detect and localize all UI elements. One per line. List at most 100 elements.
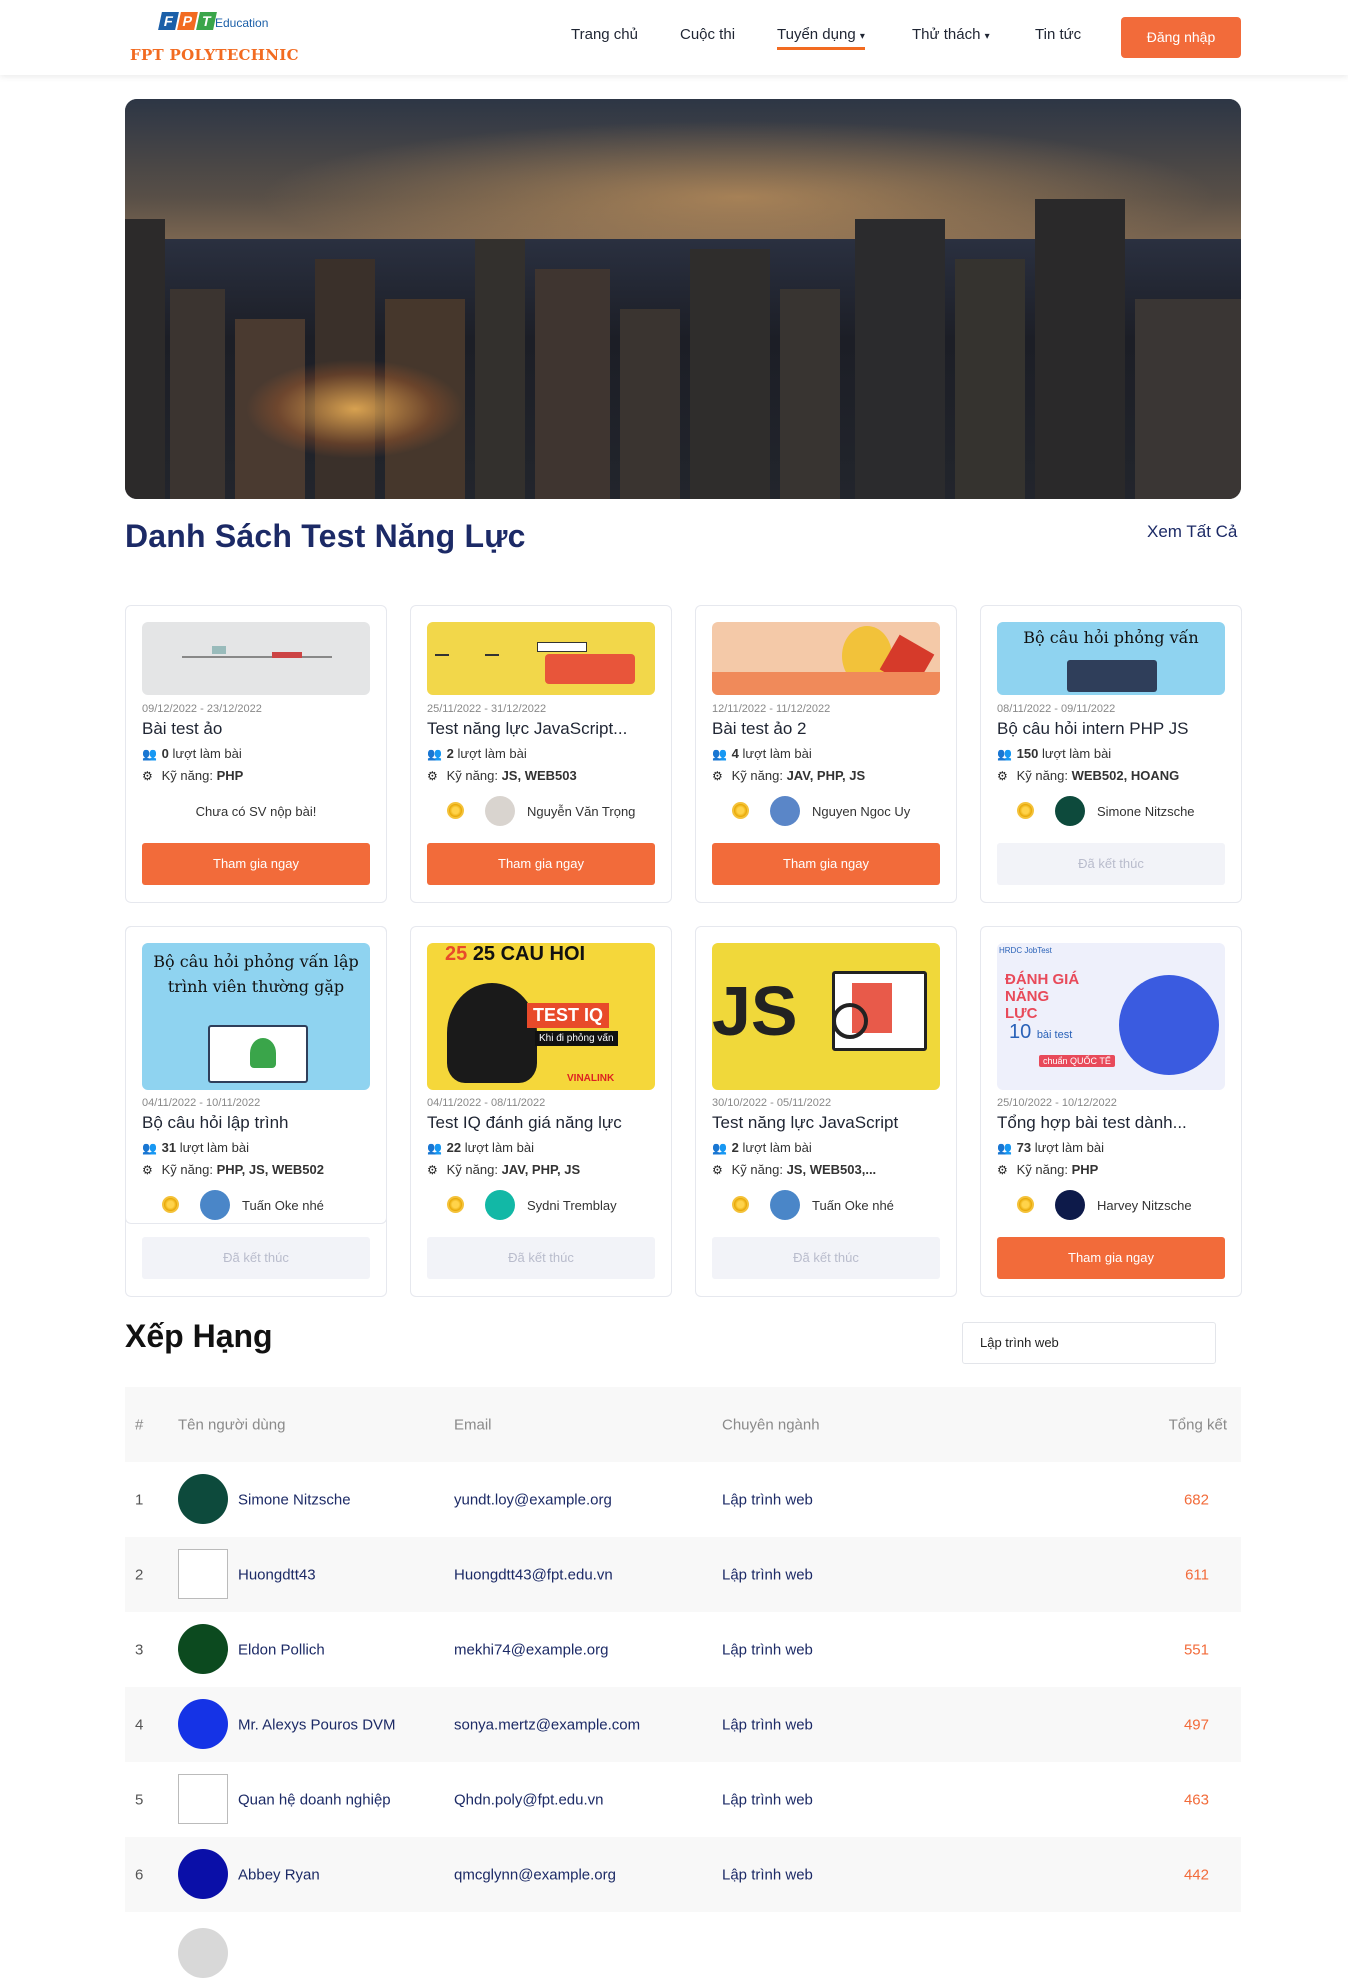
user-name[interactable]: Abbey Ryan	[238, 1866, 320, 1883]
gear-icon: ⚙	[427, 1163, 438, 1177]
skills: ⚙ Kỹ năng: PHP	[142, 768, 244, 783]
test-title[interactable]: Bộ câu hỏi intern PHP JS	[997, 719, 1227, 739]
gear-icon: ⚙	[712, 769, 723, 783]
broken-image-avatar	[178, 1549, 228, 1599]
attempts-count: 👥 150 lượt làm bài	[997, 746, 1112, 761]
user-name[interactable]: Huongdtt43	[238, 1566, 316, 1583]
col-email: Email	[454, 1416, 492, 1433]
attempts-count: 👥 2 lượt làm bài	[712, 1140, 812, 1155]
test-title[interactable]: Test IQ đánh giá năng lực	[427, 1113, 657, 1133]
login-button[interactable]: Đăng nhập	[1121, 17, 1241, 58]
join-button[interactable]: Tham gia ngay	[427, 843, 655, 885]
skills: ⚙ Kỹ năng: PHP	[997, 1162, 1099, 1177]
ended-button: Đã kết thúc	[142, 1237, 370, 1279]
top-user-name: Sydni Tremblay	[527, 1198, 617, 1213]
test-title[interactable]: Bài test ảo 2	[712, 719, 942, 739]
table-row-partial	[125, 1912, 1241, 1978]
nav-challenges[interactable]: Thử thách ▾	[912, 26, 990, 43]
test-title[interactable]: Test năng lực JavaScript...	[427, 719, 657, 739]
test-title[interactable]: Bài test ảo	[142, 719, 372, 739]
medal-icon	[1017, 802, 1034, 819]
hero-banner-image	[125, 99, 1241, 499]
avatar	[485, 796, 515, 826]
nav-news[interactable]: Tin tức	[1035, 26, 1081, 43]
ended-button: Đã kết thúc	[712, 1237, 940, 1279]
users-icon: 👥	[712, 747, 727, 761]
table-row[interactable]: 1 Simone Nitzsche yundt.loy@example.org …	[125, 1462, 1241, 1537]
test-title[interactable]: Test năng lực JavaScript	[712, 1113, 942, 1133]
gear-icon: ⚙	[997, 1163, 1008, 1177]
avatar	[178, 1624, 228, 1674]
site-header: FPT Education FPT POLYTECHNIC Trang chủ …	[0, 0, 1348, 75]
top-user: Nguyễn Văn Trọng	[427, 793, 657, 827]
col-name: Tên người dùng	[178, 1416, 286, 1433]
test-thumbnail: HRDC JobTest ĐÁNH GIÁ NĂNG LỰC 10 bài te…	[997, 943, 1225, 1090]
nav-recruitment[interactable]: Tuyển dụng ▾	[777, 26, 865, 50]
col-major: Chuyên ngành	[722, 1416, 820, 1433]
major-filter-select[interactable]: Lập trình web	[962, 1322, 1216, 1364]
user-score: 682	[1183, 1491, 1209, 1508]
rank-number: 3	[135, 1641, 144, 1658]
table-row[interactable]: 3 Eldon Pollich mekhi74@example.org Lập …	[125, 1612, 1241, 1687]
skills: ⚙ Kỹ năng: JS, WEB503	[427, 768, 577, 783]
logo-polytechnic-text: FPT POLYTECHNIC	[130, 46, 299, 64]
test-thumbnail	[142, 622, 370, 695]
top-user: Harvey Nitzsche	[997, 1187, 1227, 1221]
attempts-count: 👥 0 lượt làm bài	[142, 746, 242, 761]
top-user-name: Simone Nitzsche	[1097, 804, 1195, 819]
medal-icon	[732, 1196, 749, 1213]
test-list-title: Danh Sách Test Năng Lực	[125, 518, 526, 554]
table-row[interactable]: 4 Mr. Alexys Pouros DVM sonya.mertz@exam…	[125, 1687, 1241, 1762]
ranking-table: # Tên người dùng Email Chuyên ngành Tổng…	[125, 1387, 1241, 1978]
test-date-range: 25/11/2022 - 31/12/2022	[427, 703, 547, 715]
nav-contests[interactable]: Cuộc thi	[680, 26, 735, 43]
ended-button: Đã kết thúc	[997, 843, 1225, 885]
rank-number: 2	[135, 1566, 144, 1583]
users-icon: 👥	[997, 747, 1012, 761]
test-card[interactable]: Bộ câu hỏi phỏng vấn 08/11/2022 - 09/11/…	[980, 605, 1242, 903]
test-date-range: 25/10/2022 - 10/12/2022	[997, 1097, 1117, 1109]
user-major: Lập trình web	[722, 1641, 813, 1658]
see-all-link[interactable]: Xem Tất Cả	[1147, 522, 1237, 542]
user-name[interactable]: Mr. Alexys Pouros DVM	[238, 1716, 396, 1733]
skills: ⚙ Kỹ năng: WEB502, HOANG	[997, 768, 1180, 783]
rank-number: 4	[135, 1716, 144, 1733]
join-button[interactable]: Tham gia ngay	[997, 1237, 1225, 1279]
test-card[interactable]: 12/11/2022 - 11/12/2022 Bài test ảo 2 👥 …	[695, 605, 957, 903]
test-card[interactable]: 25 25 CAU HOI TEST IQ Khi đi phỏng vấn V…	[410, 926, 672, 1297]
gear-icon: ⚙	[142, 769, 153, 783]
user-name[interactable]: Eldon Pollich	[238, 1641, 325, 1658]
nav-home[interactable]: Trang chủ	[571, 26, 638, 43]
skills: ⚙ Kỹ năng: JS, WEB503,...	[712, 1162, 877, 1177]
table-row[interactable]: 2 Huongdtt43 Huongdtt43@fpt.edu.vn Lập t…	[125, 1537, 1241, 1612]
no-submission-text: Chưa có SV nộp bài!	[195, 804, 317, 819]
attempts-count: 👥 22 lượt làm bài	[427, 1140, 534, 1155]
join-button[interactable]: Tham gia ngay	[142, 843, 370, 885]
fpt-logo-mark: FPT	[158, 12, 217, 30]
test-title[interactable]: Tổng hợp bài test dành...	[997, 1113, 1227, 1133]
medal-icon	[447, 802, 464, 819]
test-date-range: 12/11/2022 - 11/12/2022	[712, 703, 831, 715]
gear-icon: ⚙	[427, 769, 438, 783]
user-major: Lập trình web	[722, 1866, 813, 1883]
test-card[interactable]: HRDC JobTest ĐÁNH GIÁ NĂNG LỰC 10 bài te…	[980, 926, 1242, 1297]
user-score: 611	[1185, 1566, 1209, 1583]
test-card[interactable]: 09/12/2022 - 23/12/2022 Bài test ảo 👥 0 …	[125, 605, 387, 903]
avatar	[770, 1190, 800, 1220]
avatar	[1055, 796, 1085, 826]
avatar	[485, 1190, 515, 1220]
user-name[interactable]: Quan hệ doanh nghiệp	[238, 1791, 391, 1808]
user-email: qmcglynn@example.org	[454, 1866, 616, 1883]
fpt-polytechnic-logo[interactable]: FPT Education FPT POLYTECHNIC	[130, 8, 300, 66]
avatar	[770, 796, 800, 826]
join-button[interactable]: Tham gia ngay	[712, 843, 940, 885]
test-card[interactable]: JS 30/10/2022 - 05/11/2022 Test năng lực…	[695, 926, 957, 1297]
avatar	[178, 1849, 228, 1899]
user-email: sonya.mertz@example.com	[454, 1716, 641, 1733]
table-row[interactable]: 6 Abbey Ryan qmcglynn@example.org Lập tr…	[125, 1837, 1241, 1912]
test-card[interactable]: 25/11/2022 - 31/12/2022 Test năng lực Ja…	[410, 605, 672, 903]
user-name[interactable]: Simone Nitzsche	[238, 1491, 351, 1508]
table-row[interactable]: 5 Quan hệ doanh nghiệp Qhdn.poly@fpt.edu…	[125, 1762, 1241, 1837]
user-email: mekhi74@example.org	[454, 1641, 609, 1658]
users-icon: 👥	[712, 1141, 727, 1155]
